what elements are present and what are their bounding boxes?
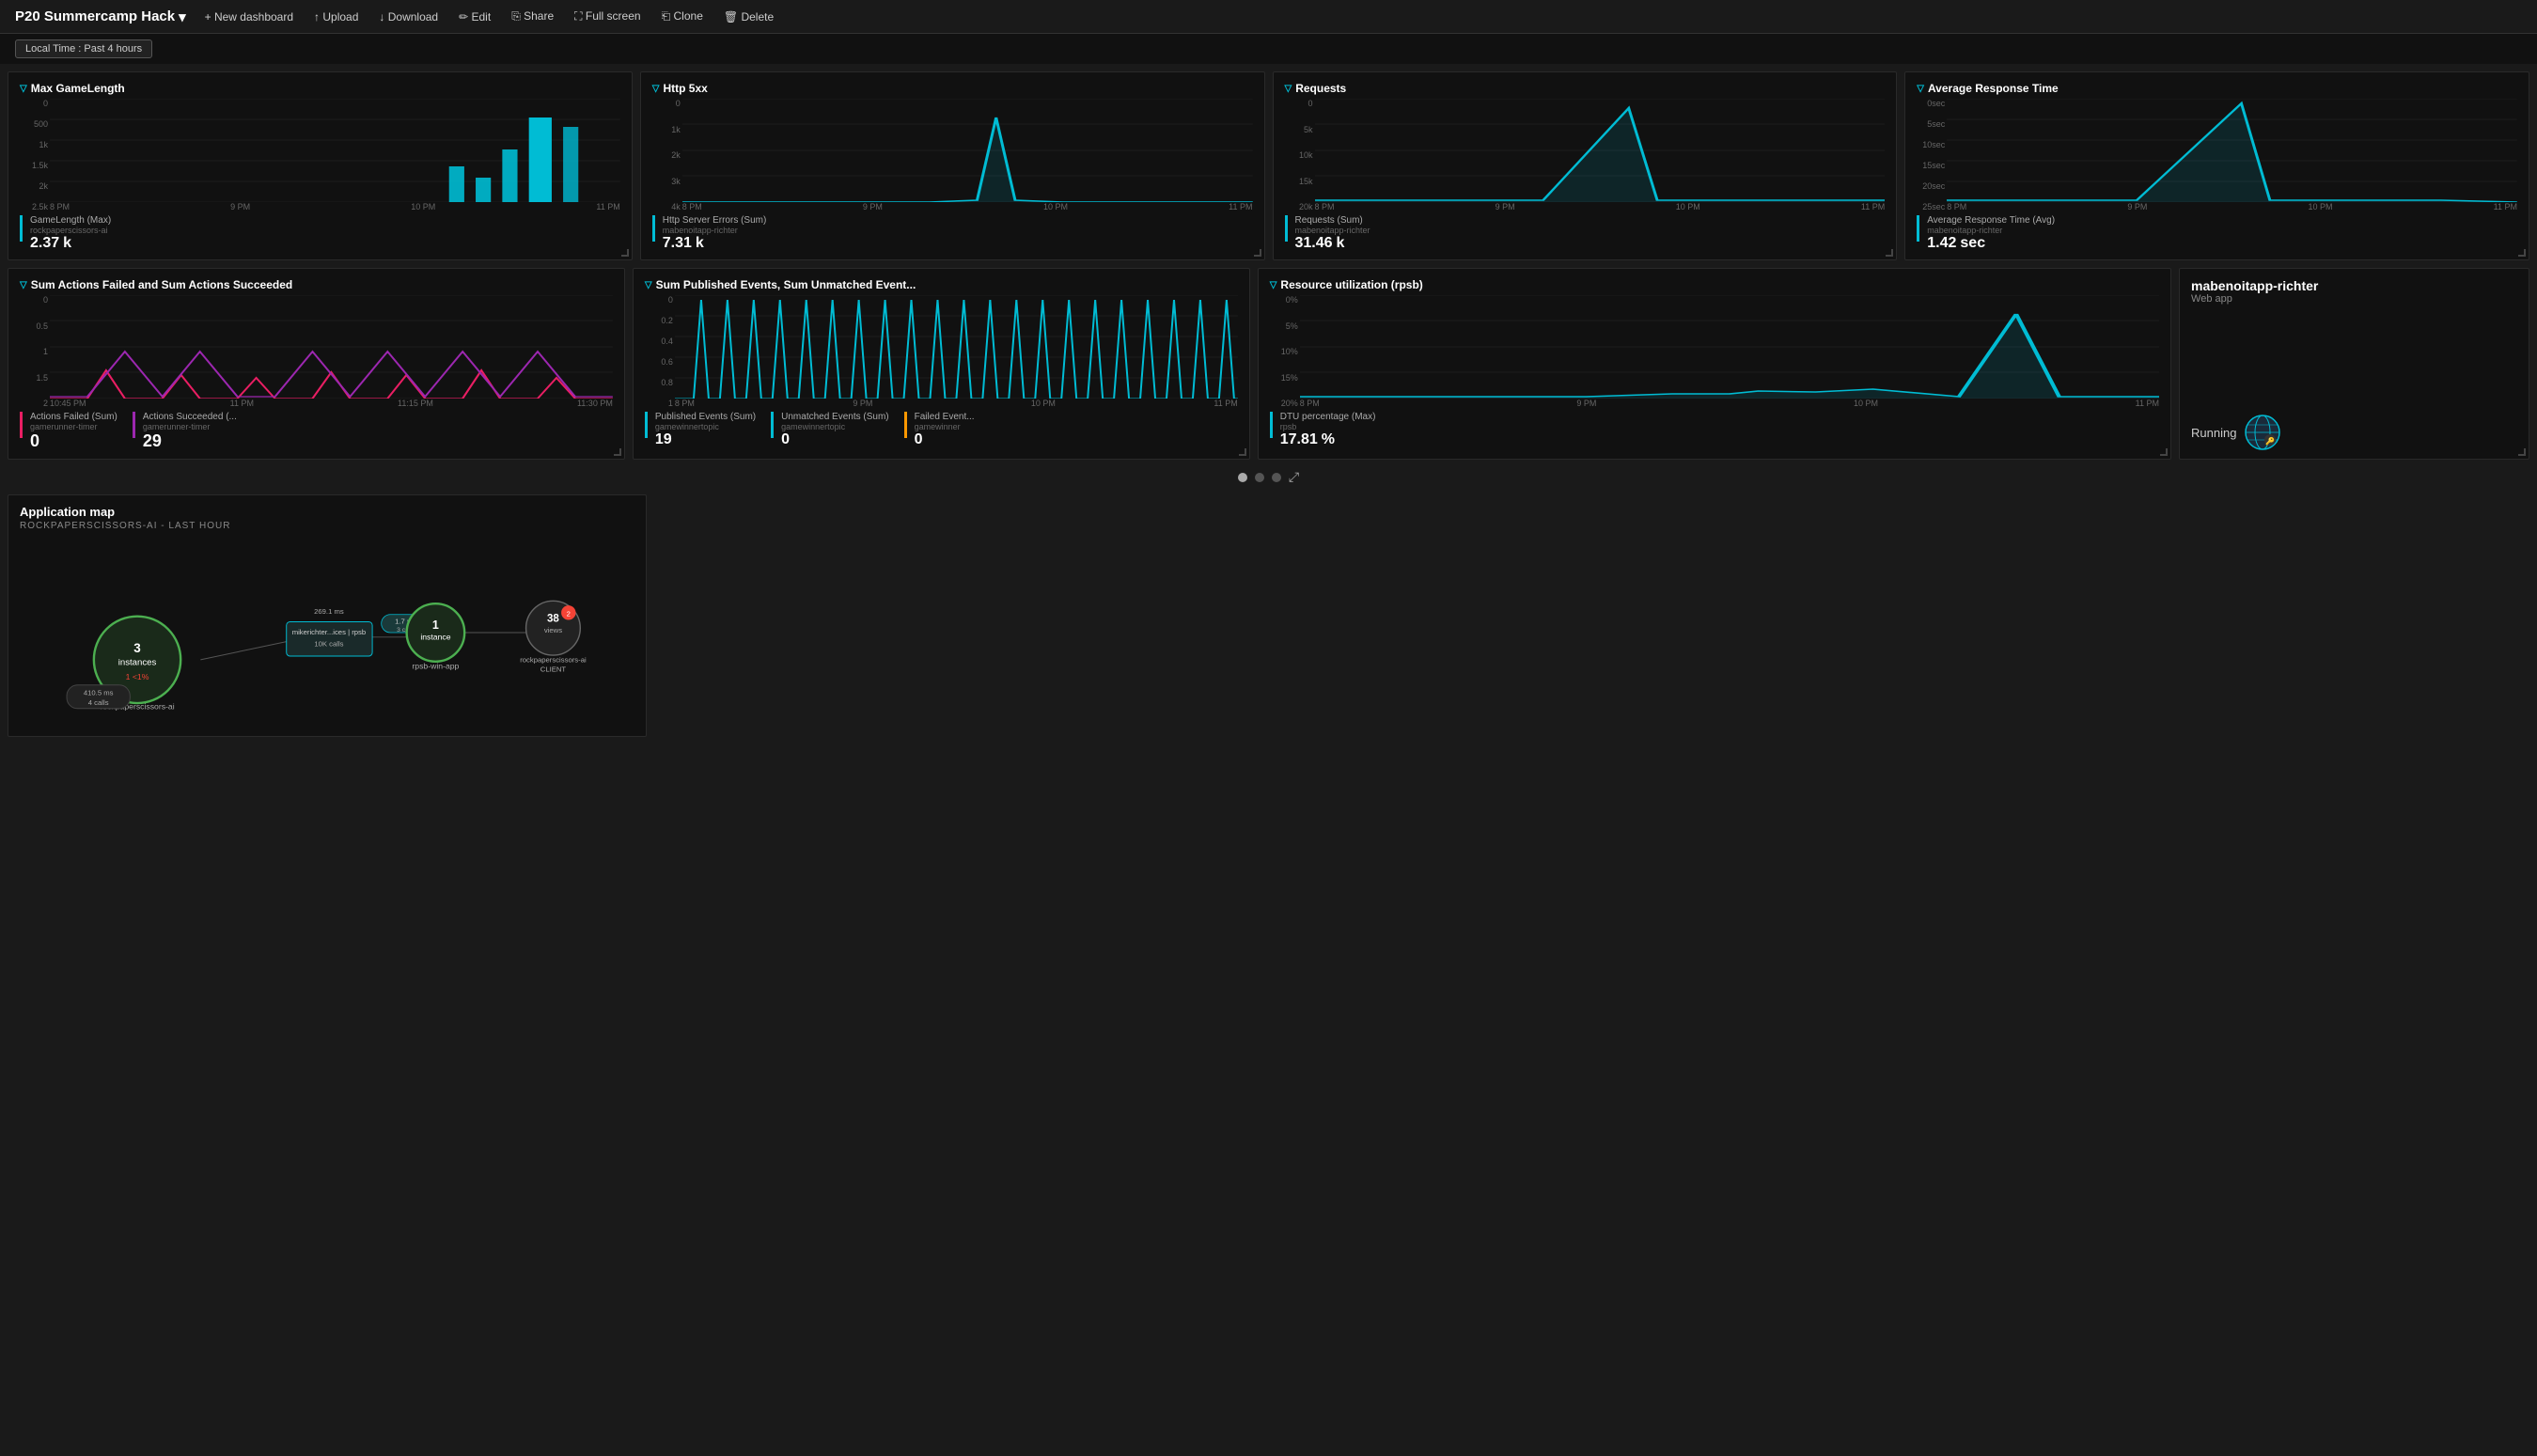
pagination: ⤢ bbox=[8, 467, 2529, 487]
widget-resource-utilization: ▽ Resource utilization (rpsb) 20% 15% 10… bbox=[1258, 268, 2171, 460]
svg-text:2: 2 bbox=[567, 610, 571, 618]
upload-button[interactable]: ↑ Upload bbox=[310, 8, 362, 25]
svg-text:38: 38 bbox=[547, 613, 559, 624]
globe-icon: 🔑 bbox=[2244, 414, 2281, 451]
app-status: Running 🔑 bbox=[2191, 414, 2517, 451]
resize-handle[interactable] bbox=[614, 448, 621, 456]
svg-text:CLIENT: CLIENT bbox=[540, 665, 567, 673]
row-1: ▽ Max GameLength 2.5k 2k 1.5k 1k 500 0 bbox=[8, 71, 2529, 260]
dashboard-title[interactable]: P20 Summercamp Hack ▾ bbox=[15, 8, 186, 25]
app-type: Web app bbox=[2191, 293, 2517, 305]
topbar: P20 Summercamp Hack ▾ + New dashboard ↑ … bbox=[0, 0, 2537, 34]
chart-http5xx: 4k 3k 2k 1k 0 bbox=[652, 99, 1253, 211]
share-button[interactable]: ⎘ Share bbox=[508, 8, 557, 25]
widget-avg-response-time: ▽ Average Response Time 25sec 20sec 15se… bbox=[1904, 71, 2529, 260]
download-button[interactable]: ↓ Download bbox=[375, 8, 442, 25]
svg-text:4 calls: 4 calls bbox=[88, 698, 109, 707]
svg-text:rpsb-win-app: rpsb-win-app bbox=[412, 661, 459, 670]
widget-app-info: mabenoitapp-richter Web app Running 🔑 bbox=[2179, 268, 2529, 460]
title-chevron[interactable]: ▾ bbox=[179, 8, 186, 25]
svg-text:🔑: 🔑 bbox=[2265, 436, 2275, 446]
chart-max-gamelength: 2.5k 2k 1.5k 1k 500 0 bbox=[20, 99, 620, 211]
new-dashboard-button[interactable]: + New dashboard bbox=[201, 8, 297, 25]
legend-color-bar bbox=[20, 215, 23, 242]
legend-item-gamelength: GameLength (Max) rockpaperscissors-ai 2.… bbox=[20, 215, 111, 252]
widget-sum-actions: ▽ Sum Actions Failed and Sum Actions Suc… bbox=[8, 268, 625, 460]
topbar-actions: + New dashboard ↑ Upload ↓ Download ✏ Ed… bbox=[201, 8, 778, 25]
widget-application-map: Application map ROCKPAPERSCISSORS-AI - L… bbox=[8, 494, 647, 737]
dot-3[interactable] bbox=[1272, 473, 1281, 482]
expand-button[interactable]: ⤢ bbox=[1289, 469, 1299, 485]
edit-button[interactable]: ✏ Edit bbox=[455, 8, 494, 25]
svg-text:instances: instances bbox=[118, 658, 157, 668]
time-filter-badge[interactable]: Local Time : Past 4 hours bbox=[15, 39, 152, 58]
svg-text:1 <1%: 1 <1% bbox=[126, 672, 149, 681]
dot-2[interactable] bbox=[1255, 473, 1264, 482]
appmap-title: Application map bbox=[20, 505, 634, 519]
svg-text:1: 1 bbox=[432, 618, 439, 632]
resize-handle[interactable] bbox=[1239, 448, 1246, 456]
svg-text:10K calls: 10K calls bbox=[314, 639, 343, 648]
delete-button[interactable]: 🗑 Delete bbox=[720, 8, 777, 25]
svg-text:rockpaperscissors-ai: rockpaperscissors-ai bbox=[520, 656, 587, 665]
app-status-label: Running bbox=[2191, 426, 2236, 440]
x-axis-labels: 8 PM 9 PM 10 PM 11 PM bbox=[50, 202, 620, 211]
resize-handle[interactable] bbox=[2518, 249, 2526, 257]
widget-title-max-gamelength: ▽ Max GameLength bbox=[20, 82, 620, 95]
svg-text:instance: instance bbox=[420, 633, 450, 642]
dot-1[interactable] bbox=[1238, 473, 1247, 482]
widget-max-gamelength: ▽ Max GameLength 2.5k 2k 1.5k 1k 500 0 bbox=[8, 71, 633, 260]
y-axis-labels: 2.5k 2k 1.5k 1k 500 0 bbox=[20, 99, 48, 211]
widget-requests: ▽ Requests 20k 15k 10k 5k 0 bbox=[1273, 71, 1898, 260]
filter-icon: ▽ bbox=[20, 84, 27, 94]
chart-svg-area bbox=[50, 99, 620, 202]
resize-handle[interactable] bbox=[1886, 249, 1893, 257]
svg-text:269.1 ms: 269.1 ms bbox=[314, 607, 344, 616]
clone-button[interactable]: ⎗ Clone bbox=[658, 8, 707, 25]
timebar: Local Time : Past 4 hours bbox=[0, 34, 2537, 64]
resize-handle[interactable] bbox=[621, 249, 629, 257]
svg-text:mikerichter...ices | rpsb: mikerichter...ices | rpsb bbox=[292, 628, 366, 636]
resize-handle[interactable] bbox=[1254, 249, 1261, 257]
appmap-svg: 3 instances 1 <1% rockpaperscissors-ai 4… bbox=[20, 539, 634, 727]
dashboard: ▽ Max GameLength 2.5k 2k 1.5k 1k 500 0 bbox=[0, 64, 2537, 744]
svg-text:views: views bbox=[544, 626, 562, 634]
appmap-diagram: 3 instances 1 <1% rockpaperscissors-ai 4… bbox=[20, 539, 634, 727]
widget-sum-published: ▽ Sum Published Events, Sum Unmatched Ev… bbox=[633, 268, 1250, 460]
appmap-subtitle: ROCKPAPERSCISSORS-AI - LAST HOUR bbox=[20, 521, 634, 531]
legend-area: GameLength (Max) rockpaperscissors-ai 2.… bbox=[20, 215, 620, 252]
fullscreen-button[interactable]: ⛶ Full screen bbox=[571, 8, 644, 25]
svg-text:3: 3 bbox=[133, 641, 140, 655]
row-2: ▽ Sum Actions Failed and Sum Actions Suc… bbox=[8, 268, 2529, 460]
widget-http-5xx: ▽ Http 5xx 4k 3k 2k 1k 0 bbox=[640, 71, 1265, 260]
resize-handle[interactable] bbox=[2518, 448, 2526, 456]
resize-handle[interactable] bbox=[2160, 448, 2168, 456]
app-name: mabenoitapp-richter bbox=[2191, 278, 2517, 293]
filter-icon-http5xx: ▽ bbox=[652, 84, 660, 94]
svg-text:410.5 ms: 410.5 ms bbox=[84, 688, 114, 697]
title-text: P20 Summercamp Hack bbox=[15, 8, 175, 24]
